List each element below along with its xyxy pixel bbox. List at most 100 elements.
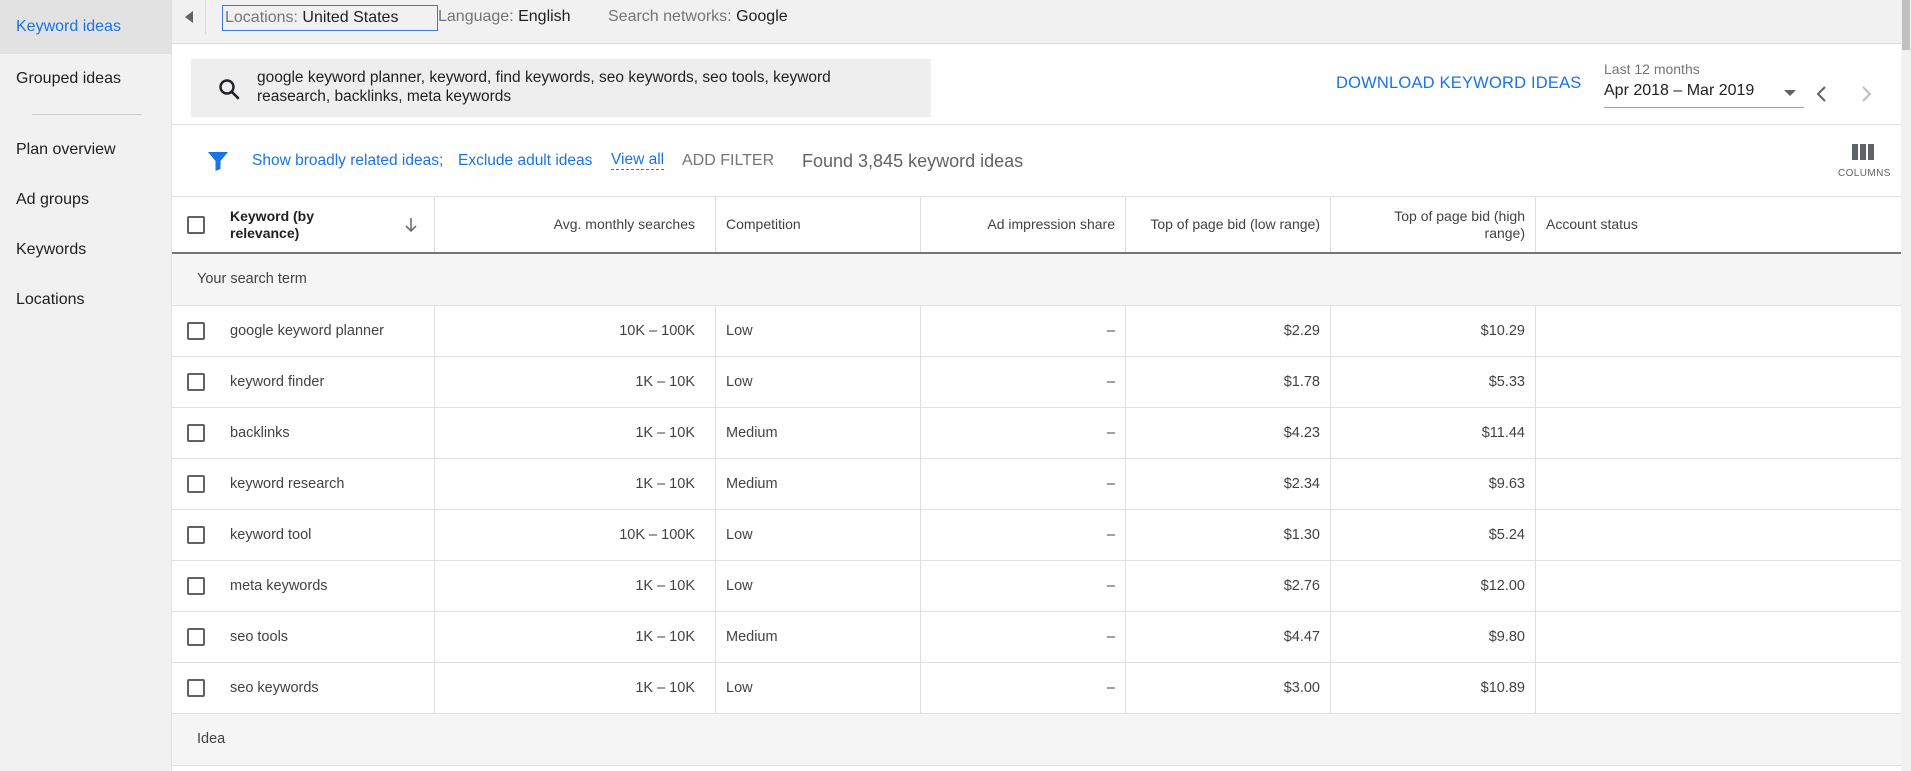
- targeting-bar: Locations: United States Language: Engli…: [172, 0, 1911, 44]
- table-row[interactable]: keyword research 1K – 10K Medium – $2.34 $9.6…: [172, 459, 1901, 510]
- found-count-text: Found 3,845 keyword ideas: [802, 151, 1024, 171]
- ad-impression-share-cell: –: [921, 459, 1126, 509]
- ad-impression-share-cell: –: [921, 561, 1126, 611]
- row-checkbox[interactable]: [187, 373, 205, 391]
- group-header-search-term: Your search term: [172, 254, 1901, 306]
- sidebar-item-keywords[interactable]: Keywords: [0, 225, 171, 275]
- language-filter[interactable]: Language: English: [438, 5, 571, 31]
- chevron-right-icon[interactable]: [1854, 82, 1878, 106]
- locations-value: United States: [302, 9, 399, 26]
- row-checkbox-cell: [172, 408, 220, 458]
- locations-filter[interactable]: Locations: United States: [222, 5, 438, 31]
- account-status-cell: [1536, 459, 1901, 509]
- scrollbar-thumb[interactable]: [1902, 0, 1910, 50]
- date-range-select[interactable]: Apr 2018 – Mar 2019: [1604, 82, 1804, 108]
- sidebar-item-plan-overview[interactable]: Plan overview: [0, 125, 171, 175]
- language-key: Language:: [438, 8, 514, 25]
- avg-monthly-searches-cell: 1K – 10K: [435, 459, 716, 509]
- header-account-status[interactable]: Account status: [1536, 197, 1901, 252]
- top-bid-low-cell: $2.29: [1126, 306, 1331, 356]
- table-row[interactable]: backlinks 1K – 10K Medium – $4.23 $11.44: [172, 408, 1901, 459]
- account-status-cell: [1536, 510, 1901, 560]
- row-checkbox[interactable]: [187, 475, 205, 493]
- collapse-button[interactable]: [172, 0, 206, 34]
- ad-impression-share-cell: –: [921, 612, 1126, 662]
- account-status-cell: [1536, 561, 1901, 611]
- top-bid-high-cell: $11.44: [1331, 408, 1536, 458]
- search-query-text: google keyword planner, keyword, find ke…: [257, 69, 831, 105]
- show-broadly-related-ideas-link[interactable]: Show broadly related ideas;: [252, 152, 443, 170]
- sidebar-item-keyword-ideas[interactable]: Keyword ideas: [0, 0, 171, 54]
- sidebar-divider: [32, 114, 141, 115]
- group-label: Your search term: [197, 271, 307, 287]
- date-range-value: Apr 2018 – Mar 2019: [1604, 82, 1755, 99]
- account-status-cell: [1536, 663, 1901, 713]
- add-filter-button[interactable]: ADD FILTER: [682, 152, 774, 170]
- keyword-search-input[interactable]: google keyword planner, keyword, find ke…: [191, 59, 931, 117]
- search-networks-filter[interactable]: Search networks: Google: [608, 5, 788, 31]
- row-checkbox[interactable]: [187, 679, 205, 697]
- header-keyword-label: Keyword (by relevance): [230, 207, 315, 241]
- keyword-cell: keyword research: [220, 459, 435, 509]
- sidebar-item-locations[interactable]: Locations: [0, 275, 171, 325]
- row-checkbox-cell: [172, 306, 220, 356]
- competition-cell: Low: [716, 306, 921, 356]
- header-avg-monthly-searches[interactable]: Avg. monthly searches: [435, 197, 716, 252]
- row-checkbox[interactable]: [187, 628, 205, 646]
- view-all-link[interactable]: View all: [611, 151, 665, 170]
- scrollbar[interactable]: [1901, 0, 1911, 771]
- competition-cell: Low: [716, 663, 921, 713]
- date-range-label: Last 12 months: [1604, 61, 1700, 77]
- table-row[interactable]: seo keywords 1K – 10K Low – $3.00 $10.89: [172, 663, 1901, 714]
- select-all-checkbox[interactable]: [187, 215, 205, 234]
- avg-monthly-searches-cell: 1K – 10K: [435, 663, 716, 713]
- table-row[interactable]: meta keywords 1K – 10K Low – $2.76 $12.00: [172, 561, 1901, 612]
- top-bid-high-cell: $5.24: [1331, 510, 1536, 560]
- competition-cell: Low: [716, 510, 921, 560]
- header-checkbox-cell: [172, 197, 220, 252]
- filter-icon[interactable]: [206, 149, 230, 173]
- keyword-cell: backlinks: [220, 408, 435, 458]
- row-checkbox-cell: [172, 510, 220, 560]
- top-bid-high-cell: $5.33: [1331, 357, 1536, 407]
- header-ad-impression-share[interactable]: Ad impression share: [921, 197, 1126, 252]
- networks-value: Google: [736, 8, 788, 25]
- ad-impression-share-cell: –: [921, 663, 1126, 713]
- search-icon: [219, 79, 240, 100]
- row-checkbox[interactable]: [187, 526, 205, 544]
- chevron-left-icon[interactable]: [1810, 82, 1834, 106]
- competition-cell: Medium: [716, 612, 921, 662]
- top-bid-low-cell: $2.34: [1126, 459, 1331, 509]
- top-bid-low-cell: $4.23: [1126, 408, 1331, 458]
- row-checkbox[interactable]: [187, 322, 205, 340]
- avg-monthly-searches-cell: 1K – 10K: [435, 408, 716, 458]
- exclude-adult-ideas-link[interactable]: Exclude adult ideas: [458, 152, 592, 170]
- header-keyword[interactable]: Keyword (by relevance): [220, 197, 435, 252]
- table-row[interactable]: keyword finder 1K – 10K Low – $1.78 $5.33: [172, 357, 1901, 408]
- header-top-bid-low[interactable]: Top of page bid (low range): [1126, 197, 1331, 252]
- header-top-bid-high-label: Top of page bid (high range): [1394, 207, 1525, 241]
- sidebar-item-ad-groups[interactable]: Ad groups: [0, 175, 171, 225]
- columns-button[interactable]: COLUMNS: [1838, 142, 1890, 188]
- avg-monthly-searches-cell: 1K – 10K: [435, 357, 716, 407]
- ad-impression-share-cell: –: [921, 408, 1126, 458]
- top-bid-high-cell: $12.00: [1331, 561, 1536, 611]
- arrow-down-icon[interactable]: [404, 217, 418, 233]
- top-bid-high-cell: $10.89: [1331, 663, 1536, 713]
- row-checkbox-cell: [172, 663, 220, 713]
- group-label: Idea: [197, 731, 226, 747]
- table-row[interactable]: keyword tool 10K – 100K Low – $1.30 $5.24: [172, 510, 1901, 561]
- sidebar-item-grouped-ideas[interactable]: Grouped ideas: [0, 54, 171, 104]
- ad-impression-share-cell: –: [921, 306, 1126, 356]
- competition-cell: Medium: [716, 408, 921, 458]
- header-competition[interactable]: Competition: [716, 197, 921, 252]
- row-checkbox[interactable]: [187, 424, 205, 442]
- table-row[interactable]: seo tools 1K – 10K Medium – $4.47 $9.80: [172, 612, 1901, 663]
- table-row[interactable]: google keyword planner 10K – 100K Low – $2.2…: [172, 306, 1901, 357]
- keyword-cell: seo keywords: [220, 663, 435, 713]
- sidebar: Keyword ideas Grouped ideas Plan overvie…: [0, 0, 172, 771]
- download-keyword-ideas-button[interactable]: DOWNLOAD KEYWORD IDEAS: [1336, 74, 1582, 93]
- keyword-ideas-table: Keyword (by relevance) Avg. monthly sear…: [172, 197, 1901, 766]
- header-top-bid-high[interactable]: Top of page bid (high range): [1331, 197, 1536, 252]
- row-checkbox[interactable]: [187, 577, 205, 595]
